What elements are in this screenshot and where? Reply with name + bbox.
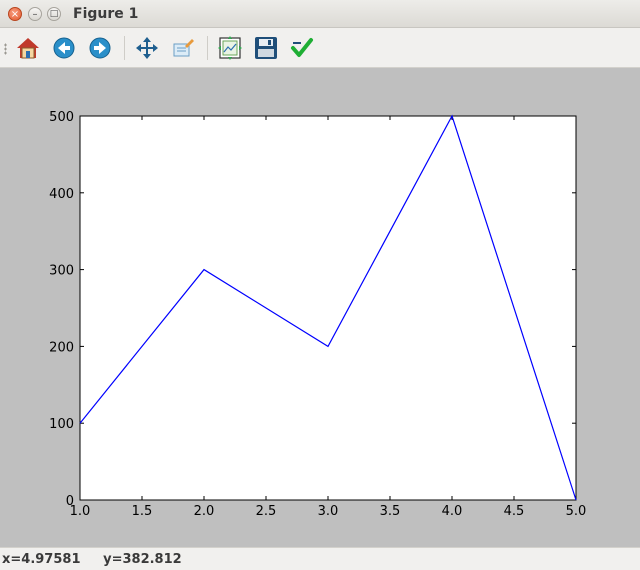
close-icon: × <box>10 9 20 20</box>
x-tick-label: 3.0 <box>318 504 339 519</box>
minimize-icon: – <box>32 9 38 20</box>
save-button[interactable] <box>252 34 280 62</box>
home-button[interactable] <box>14 34 42 62</box>
figure-canvas[interactable]: 1.0 1.5 2.0 2.5 3.0 3.5 4.0 4.5 5.0 0 100 200 300 400… <box>0 68 640 547</box>
x-tick-label: 3.5 <box>380 504 401 519</box>
pan-move-icon <box>136 37 158 59</box>
subplots-button[interactable] <box>216 34 244 62</box>
minimize-window-button[interactable]: – <box>28 7 42 21</box>
toolbar-separator <box>207 36 208 60</box>
edit-axis-button[interactable] <box>288 34 316 62</box>
back-button[interactable] <box>50 34 78 62</box>
maximize-icon: □ <box>49 9 59 19</box>
y-tick-label: 200 <box>49 340 74 355</box>
x-tick-label: 4.5 <box>504 504 525 519</box>
navigation-toolbar <box>0 28 640 68</box>
close-window-button[interactable]: × <box>8 7 22 21</box>
back-arrow-icon <box>53 37 75 59</box>
x-tick-label: 2.5 <box>256 504 277 519</box>
window-title: Figure 1 <box>73 6 139 22</box>
forward-arrow-icon <box>89 37 111 59</box>
pan-button[interactable] <box>133 34 161 62</box>
cursor-coordinates: x=4.97581 y=382.812 <box>2 552 182 567</box>
home-icon <box>17 38 39 59</box>
y-tick-label: 100 <box>49 417 74 432</box>
y-tick-label: 0 <box>66 494 74 509</box>
window-titlebar: × – □ Figure 1 <box>0 0 640 28</box>
subplots-config-icon <box>218 36 242 60</box>
y-tick-label: 400 <box>49 187 74 202</box>
axes-frame <box>79 115 577 501</box>
checkmark-edit-icon <box>291 38 313 57</box>
y-tick-label: 300 <box>49 264 74 279</box>
floppy-save-icon <box>255 37 277 59</box>
forward-button[interactable] <box>86 34 114 62</box>
x-tick-label: 1.5 <box>132 504 153 519</box>
x-tick-label: 5.0 <box>566 504 587 519</box>
zoom-button[interactable] <box>169 34 197 62</box>
status-bar: x=4.97581 y=382.812 <box>0 547 640 570</box>
x-tick-label: 4.0 <box>442 504 463 519</box>
line-chart[interactable]: 1.0 1.5 2.0 2.5 3.0 3.5 4.0 4.5 5.00100200300400… <box>0 68 640 547</box>
x-tick-label: 2.0 <box>194 504 215 519</box>
maximize-window-button[interactable]: □ <box>47 7 61 21</box>
toolbar-separator <box>124 36 125 60</box>
toolbar-grip-handle[interactable] <box>4 43 7 55</box>
y-tick-label: 500 <box>49 110 74 125</box>
zoom-rect-icon <box>173 39 194 57</box>
